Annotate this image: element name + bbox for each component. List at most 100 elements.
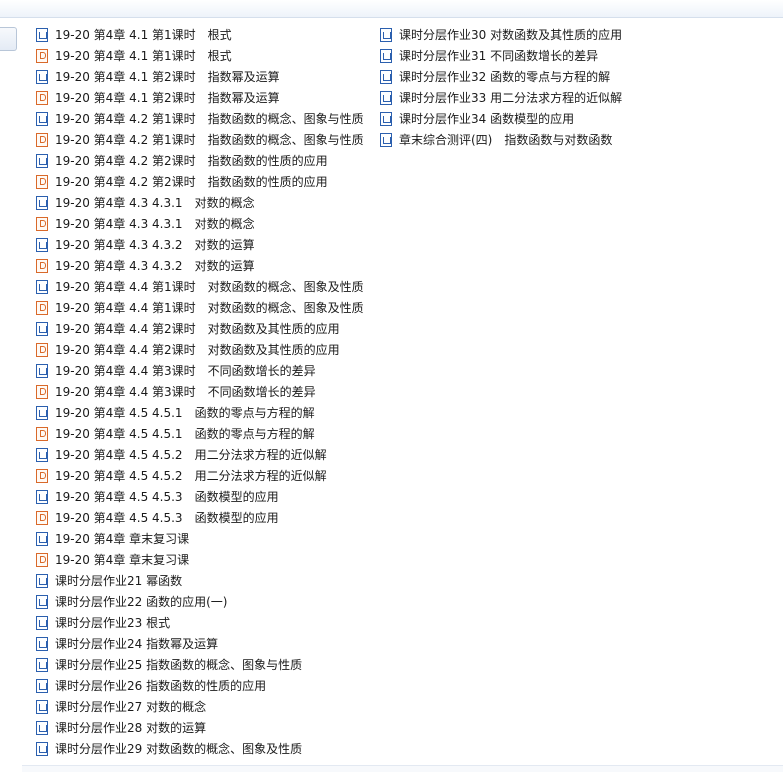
file-item[interactable]: 课时分层作业33 用二分法求方程的近似解 [380, 87, 622, 108]
file-name: 19-20 第4章 4.5 4.5.3 函数模型的应用 [55, 490, 279, 504]
file-item[interactable]: 19-20 第4章 4.1 第1课时 根式 [36, 45, 364, 66]
file-item[interactable]: 课时分层作业34 函数模型的应用 [380, 108, 622, 129]
file-name: 19-20 第4章 4.2 第1课时 指数函数的概念、图象与性质 [55, 133, 364, 147]
file-item[interactable]: 19-20 第4章 4.2 第1课时 指数函数的概念、图象与性质 [36, 108, 364, 129]
word-doc-icon [36, 363, 48, 378]
file-name: 19-20 第4章 4.1 第1课时 根式 [55, 28, 232, 42]
file-item[interactable]: 19-20 第4章 4.1 第2课时 指数幂及运算 [36, 87, 364, 108]
word-doc-icon [36, 405, 48, 420]
word-doc-icon [36, 657, 48, 672]
file-name: 19-20 第4章 4.2 第1课时 指数函数的概念、图象与性质 [55, 112, 364, 126]
file-item[interactable]: 19-20 第4章 4.5 4.5.2 用二分法求方程的近似解 [36, 465, 364, 486]
file-item[interactable]: 19-20 第4章 4.1 第2课时 指数幂及运算 [36, 66, 364, 87]
file-item[interactable]: 19-20 第4章 4.5 4.5.3 函数模型的应用 [36, 507, 364, 528]
ppt-icon [36, 48, 48, 63]
file-item[interactable]: 课时分层作业31 不同函数增长的差异 [380, 45, 622, 66]
file-item[interactable]: 19-20 第4章 章末复习课 [36, 549, 364, 570]
file-item[interactable]: 课时分层作业30 对数函数及其性质的应用 [380, 24, 622, 45]
file-item[interactable]: 课时分层作业27 对数的概念 [36, 696, 364, 717]
file-name: 课时分层作业34 函数模型的应用 [399, 112, 575, 126]
file-name: 19-20 第4章 4.5 4.5.2 用二分法求方程的近似解 [55, 448, 327, 462]
file-item[interactable]: 课时分层作业21 幂函数 [36, 570, 364, 591]
file-name: 课时分层作业28 对数的运算 [55, 721, 207, 735]
file-name: 19-20 第4章 4.4 第2课时 对数函数及其性质的应用 [55, 322, 340, 336]
file-name: 课时分层作业27 对数的概念 [55, 700, 207, 714]
word-doc-icon [36, 279, 48, 294]
file-item[interactable]: 19-20 第4章 4.4 第2课时 对数函数及其性质的应用 [36, 339, 364, 360]
word-doc-icon [36, 678, 48, 693]
file-list: 19-20 第4章 4.1 第1课时 根式 19-20 第4章 4.1 第1课时 … [0, 0, 783, 772]
word-doc-icon [36, 321, 48, 336]
ppt-icon [36, 174, 48, 189]
file-item[interactable]: 课时分层作业32 函数的零点与方程的解 [380, 66, 622, 87]
file-item[interactable]: 19-20 第4章 4.3 4.3.2 对数的运算 [36, 234, 364, 255]
file-name: 19-20 第4章 4.5 4.5.2 用二分法求方程的近似解 [55, 469, 327, 483]
file-item[interactable]: 课时分层作业22 函数的应用(一) [36, 591, 364, 612]
file-item[interactable]: 19-20 第4章 4.2 第1课时 指数函数的概念、图象与性质 [36, 129, 364, 150]
word-doc-icon [36, 447, 48, 462]
word-doc-icon [36, 111, 48, 126]
file-item[interactable]: 19-20 第4章 4.4 第2课时 对数函数及其性质的应用 [36, 318, 364, 339]
file-item[interactable]: 19-20 第4章 4.4 第1课时 对数函数的概念、图象及性质 [36, 297, 364, 318]
file-item[interactable]: 课时分层作业23 根式 [36, 612, 364, 633]
file-name: 19-20 第4章 章末复习课 [55, 532, 190, 546]
ppt-icon [36, 258, 48, 273]
file-name: 课时分层作业23 根式 [55, 616, 171, 630]
file-item[interactable]: 19-20 第4章 4.4 第3课时 不同函数增长的差异 [36, 360, 364, 381]
file-item[interactable]: 课时分层作业29 对数函数的概念、图象及性质 [36, 738, 364, 759]
file-name: 19-20 第4章 4.5 4.5.3 函数模型的应用 [55, 511, 279, 525]
file-item[interactable]: 19-20 第4章 4.4 第3课时 不同函数增长的差异 [36, 381, 364, 402]
file-item[interactable]: 19-20 第4章 章末复习课 [36, 528, 364, 549]
file-item[interactable]: 19-20 第4章 4.2 第2课时 指数函数的性质的应用 [36, 150, 364, 171]
file-item[interactable]: 19-20 第4章 4.5 4.5.3 函数模型的应用 [36, 486, 364, 507]
word-doc-icon [36, 741, 48, 756]
file-name: 19-20 第4章 4.4 第3课时 不同函数增长的差异 [55, 385, 316, 399]
file-name: 19-20 第4章 4.4 第2课时 对数函数及其性质的应用 [55, 343, 340, 357]
word-doc-icon [36, 531, 48, 546]
file-name: 19-20 第4章 4.4 第1课时 对数函数的概念、图象及性质 [55, 301, 364, 315]
ppt-icon [36, 384, 48, 399]
file-name: 课时分层作业24 指数幂及运算 [55, 637, 219, 651]
word-doc-icon [380, 48, 392, 63]
file-name: 19-20 第4章 4.3 4.3.1 对数的概念 [55, 196, 255, 210]
file-item[interactable]: 19-20 第4章 4.1 第1课时 根式 [36, 24, 364, 45]
file-item[interactable]: 课时分层作业25 指数函数的概念、图象与性质 [36, 654, 364, 675]
word-doc-icon [36, 615, 48, 630]
file-name: 19-20 第4章 章末复习课 [55, 553, 190, 567]
file-item[interactable]: 课时分层作业28 对数的运算 [36, 717, 364, 738]
word-doc-icon [36, 594, 48, 609]
ppt-icon [36, 426, 48, 441]
file-item[interactable]: 19-20 第4章 4.3 4.3.1 对数的概念 [36, 213, 364, 234]
file-name: 课时分层作业33 用二分法求方程的近似解 [399, 91, 623, 105]
file-item[interactable]: 19-20 第4章 4.5 4.5.1 函数的零点与方程的解 [36, 402, 364, 423]
word-doc-icon [36, 720, 48, 735]
file-name: 课时分层作业21 幂函数 [55, 574, 183, 588]
ppt-icon [36, 132, 48, 147]
file-item[interactable]: 课时分层作业26 指数函数的性质的应用 [36, 675, 364, 696]
file-name: 19-20 第4章 4.1 第2课时 指数幂及运算 [55, 91, 280, 105]
file-item[interactable]: 19-20 第4章 4.5 4.5.2 用二分法求方程的近似解 [36, 444, 364, 465]
file-name: 19-20 第4章 4.1 第2课时 指数幂及运算 [55, 70, 280, 84]
word-doc-icon [380, 69, 392, 84]
file-name: 19-20 第4章 4.1 第1课时 根式 [55, 49, 232, 63]
file-item[interactable]: 19-20 第4章 4.3 4.3.1 对数的概念 [36, 192, 364, 213]
file-name: 课时分层作业29 对数函数的概念、图象及性质 [55, 742, 303, 756]
file-name: 19-20 第4章 4.4 第1课时 对数函数的概念、图象及性质 [55, 280, 364, 294]
file-item[interactable]: 章末综合测评(四) 指数函数与对数函数 [380, 129, 622, 150]
ppt-icon [36, 468, 48, 483]
file-item[interactable]: 19-20 第4章 4.5 4.5.1 函数的零点与方程的解 [36, 423, 364, 444]
file-item[interactable]: 19-20 第4章 4.4 第1课时 对数函数的概念、图象及性质 [36, 276, 364, 297]
file-item[interactable]: 课时分层作业24 指数幂及运算 [36, 633, 364, 654]
file-name: 课时分层作业26 指数函数的性质的应用 [55, 679, 267, 693]
file-name: 课时分层作业25 指数函数的概念、图象与性质 [55, 658, 303, 672]
file-item[interactable]: 19-20 第4章 4.2 第2课时 指数函数的性质的应用 [36, 171, 364, 192]
word-doc-icon [36, 195, 48, 210]
file-list-column-1: 19-20 第4章 4.1 第1课时 根式 19-20 第4章 4.1 第1课时 … [36, 24, 364, 759]
ppt-icon [36, 552, 48, 567]
file-name: 19-20 第4章 4.2 第2课时 指数函数的性质的应用 [55, 175, 328, 189]
file-name: 19-20 第4章 4.3 4.3.2 对数的运算 [55, 238, 255, 252]
word-doc-icon [380, 90, 392, 105]
file-name: 19-20 第4章 4.4 第3课时 不同函数增长的差异 [55, 364, 316, 378]
ppt-icon [36, 216, 48, 231]
file-item[interactable]: 19-20 第4章 4.3 4.3.2 对数的运算 [36, 255, 364, 276]
